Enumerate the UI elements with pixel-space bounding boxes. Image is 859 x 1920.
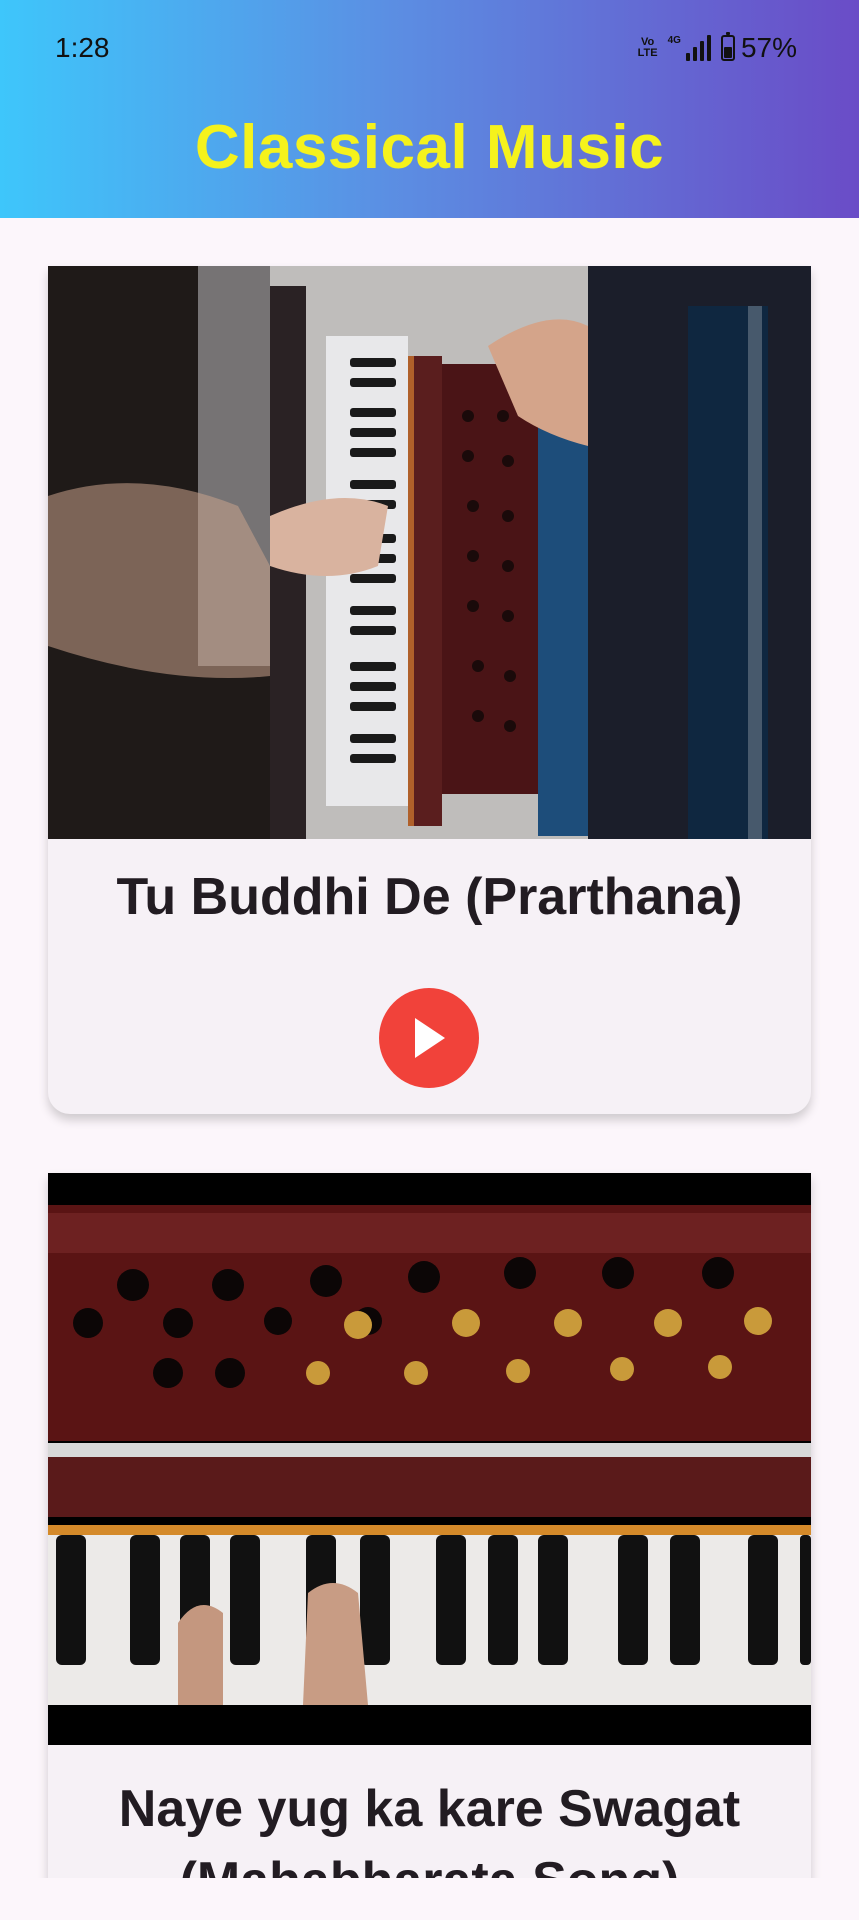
app-screen: 1:28 Vo LTE 4G 57% Classical Music Tu Bu… [0, 0, 859, 1920]
network-type: 4G [667, 35, 681, 46]
app-header: 1:28 Vo LTE 4G 57% Classical Music [0, 0, 859, 218]
harmonium-thumbnail-image [48, 1173, 811, 1745]
signal-icon: 4G [668, 35, 711, 61]
harmonium-thumbnail-image [48, 266, 811, 839]
status-time: 1:28 [55, 32, 110, 63]
video-thumbnail[interactable] [48, 266, 811, 839]
video-card[interactable]: Naye yug ka kare Swagat (Mahabharata Son… [48, 1173, 811, 1885]
volte-icon: Vo LTE [638, 37, 658, 59]
battery-icon [720, 32, 735, 61]
play-button[interactable] [379, 988, 479, 1088]
battery-fill [723, 47, 732, 58]
status-bar: 1:28 Vo LTE 4G 57% [0, 0, 859, 100]
video-title: Tu Buddhi De (Prarthana) [116, 868, 743, 926]
status-icons: Vo LTE 4G 57% [638, 32, 797, 64]
video-card[interactable]: Tu Buddhi De (Prarthana) [48, 266, 811, 1114]
bottom-background [0, 1878, 859, 1920]
app-title: Classical Music [194, 113, 665, 182]
battery-percent: 57% [740, 32, 797, 63]
video-title: Naye yug ka kare Swagat (Mahabharata Son… [118, 1780, 741, 1885]
volte-bottom: LTE [637, 47, 658, 59]
play-icon [415, 1018, 445, 1058]
video-thumbnail[interactable] [48, 1173, 811, 1745]
